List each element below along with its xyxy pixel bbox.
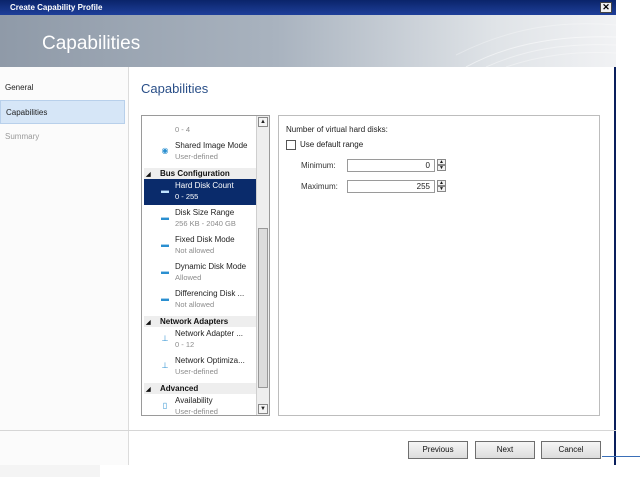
capability-item[interactable]: ▬ Fixed Disk Mode Not allowed [144, 233, 256, 259]
disk-icon: ▬ [161, 267, 169, 276]
capability-value: 0 - 4 [175, 125, 191, 134]
capability-value: 0 - 255 [175, 192, 199, 201]
footer-divider [0, 430, 616, 431]
capability-value: Not allowed [175, 300, 215, 309]
disk-icon: ▬ [161, 213, 169, 222]
disc-icon: ◉ [161, 146, 169, 155]
capability-item[interactable]: ◉ Shared Image Mode User-defined [144, 139, 256, 165]
capability-group-header[interactable]: ◢ Bus Configuration [144, 168, 256, 179]
decrement-icon[interactable]: ▼ [437, 186, 446, 192]
capability-name: Differencing Disk ... [175, 289, 245, 298]
decrement-icon[interactable]: ▼ [437, 165, 446, 171]
capability-item[interactable]: ▬ Hard Disk Count 0 - 255 [144, 179, 256, 205]
minimum-label: Minimum: [301, 161, 336, 170]
wizard-nav: General Capabilities Summary [0, 67, 129, 465]
next-button[interactable]: Next [475, 441, 535, 459]
capabilities-list[interactable]: ▲ ▼ 0 - 4 ◉ Shared Image Mode User-defined ◢… [141, 115, 270, 416]
capability-value: Not allowed [175, 246, 215, 255]
capability-item[interactable]: 0 - 4 [144, 116, 256, 138]
capability-group-header[interactable]: ◢ Advanced [144, 383, 256, 394]
group-label: Network Adapters [160, 317, 229, 326]
disk-icon: ▬ [161, 240, 169, 249]
capability-item[interactable]: ⊥ Network Adapter ... 0 - 12 [144, 327, 256, 353]
header-banner: Capabilities [0, 15, 616, 67]
maximum-label: Maximum: [301, 182, 338, 191]
banner-title: Capabilities [42, 33, 141, 54]
window-title: Create Capability Profile [10, 3, 103, 12]
close-icon[interactable]: ✕ [600, 2, 612, 13]
capability-item[interactable]: ▬ Differencing Disk ... Not allowed [144, 287, 256, 313]
title-bar: Create Capability Profile ✕ [0, 0, 616, 15]
scroll-up-icon[interactable]: ▲ [258, 117, 268, 127]
page-title: Capabilities [141, 81, 209, 96]
banner-decoration-icon [455, 23, 616, 67]
minimum-input[interactable]: 0 [347, 159, 435, 172]
server-icon: ▯ [162, 401, 168, 410]
group-label: Bus Configuration [160, 169, 230, 178]
capability-name: Shared Image Mode [175, 141, 248, 150]
capability-name: Network Optimiza... [175, 356, 245, 365]
capability-value: Allowed [175, 273, 202, 282]
network-icon: ⊥ [161, 361, 169, 370]
minimum-stepper[interactable]: ▲ ▼ [437, 159, 446, 172]
capability-item[interactable]: ▯ Availability User-defined [144, 394, 256, 416]
capability-name: Hard Disk Count [175, 181, 234, 190]
status-strip [0, 465, 100, 477]
nav-item-capabilities[interactable]: Capabilities [0, 100, 125, 124]
scroll-down-icon[interactable]: ▼ [258, 404, 268, 414]
previous-button[interactable]: Previous [408, 441, 468, 459]
maximum-input[interactable]: 255 [347, 180, 435, 193]
accent-line [602, 456, 640, 457]
capability-name: Disk Size Range [175, 208, 235, 217]
network-icon: ⊥ [161, 334, 169, 343]
disk-icon: ▬ [161, 294, 169, 303]
nav-item-summary: Summary [5, 132, 40, 141]
use-default-range-label: Use default range [300, 140, 364, 149]
cancel-button[interactable]: Cancel [541, 441, 601, 459]
capability-item[interactable]: ▬ Dynamic Disk Mode Allowed [144, 260, 256, 286]
capability-name: Dynamic Disk Mode [175, 262, 247, 271]
capability-group-header[interactable]: ◢ Network Adapters [144, 316, 256, 327]
scroll-thumb[interactable] [258, 228, 268, 388]
nav-item-general[interactable]: General [0, 76, 125, 100]
group-label: Advanced [160, 384, 199, 393]
capability-name: Fixed Disk Mode [175, 235, 235, 244]
virtual-disks-label: Number of virtual hard disks: [286, 125, 388, 134]
capability-value: 0 - 12 [175, 340, 195, 349]
capability-item[interactable]: ⊥ Network Optimiza... User-defined [144, 354, 256, 380]
capability-name: Network Adapter ... [175, 329, 244, 338]
capability-value: 256 KB - 2040 GB [175, 219, 236, 228]
maximum-stepper[interactable]: ▲ ▼ [437, 180, 446, 193]
capability-value: User-defined [175, 152, 218, 161]
disk-icon: ▬ [161, 186, 169, 195]
capability-value: User-defined [175, 367, 218, 376]
list-scrollbar[interactable]: ▲ ▼ [256, 116, 269, 415]
dialog-window: Create Capability Profile ✕ Capabilities… [0, 0, 616, 465]
capability-item[interactable]: ▬ Disk Size Range 256 KB - 2040 GB [144, 206, 256, 232]
detail-panel: Number of virtual hard disks: Use defaul… [278, 115, 600, 416]
use-default-range-checkbox[interactable] [286, 140, 296, 150]
capability-value: User-defined [175, 407, 218, 416]
capability-name: Availability [175, 396, 213, 405]
